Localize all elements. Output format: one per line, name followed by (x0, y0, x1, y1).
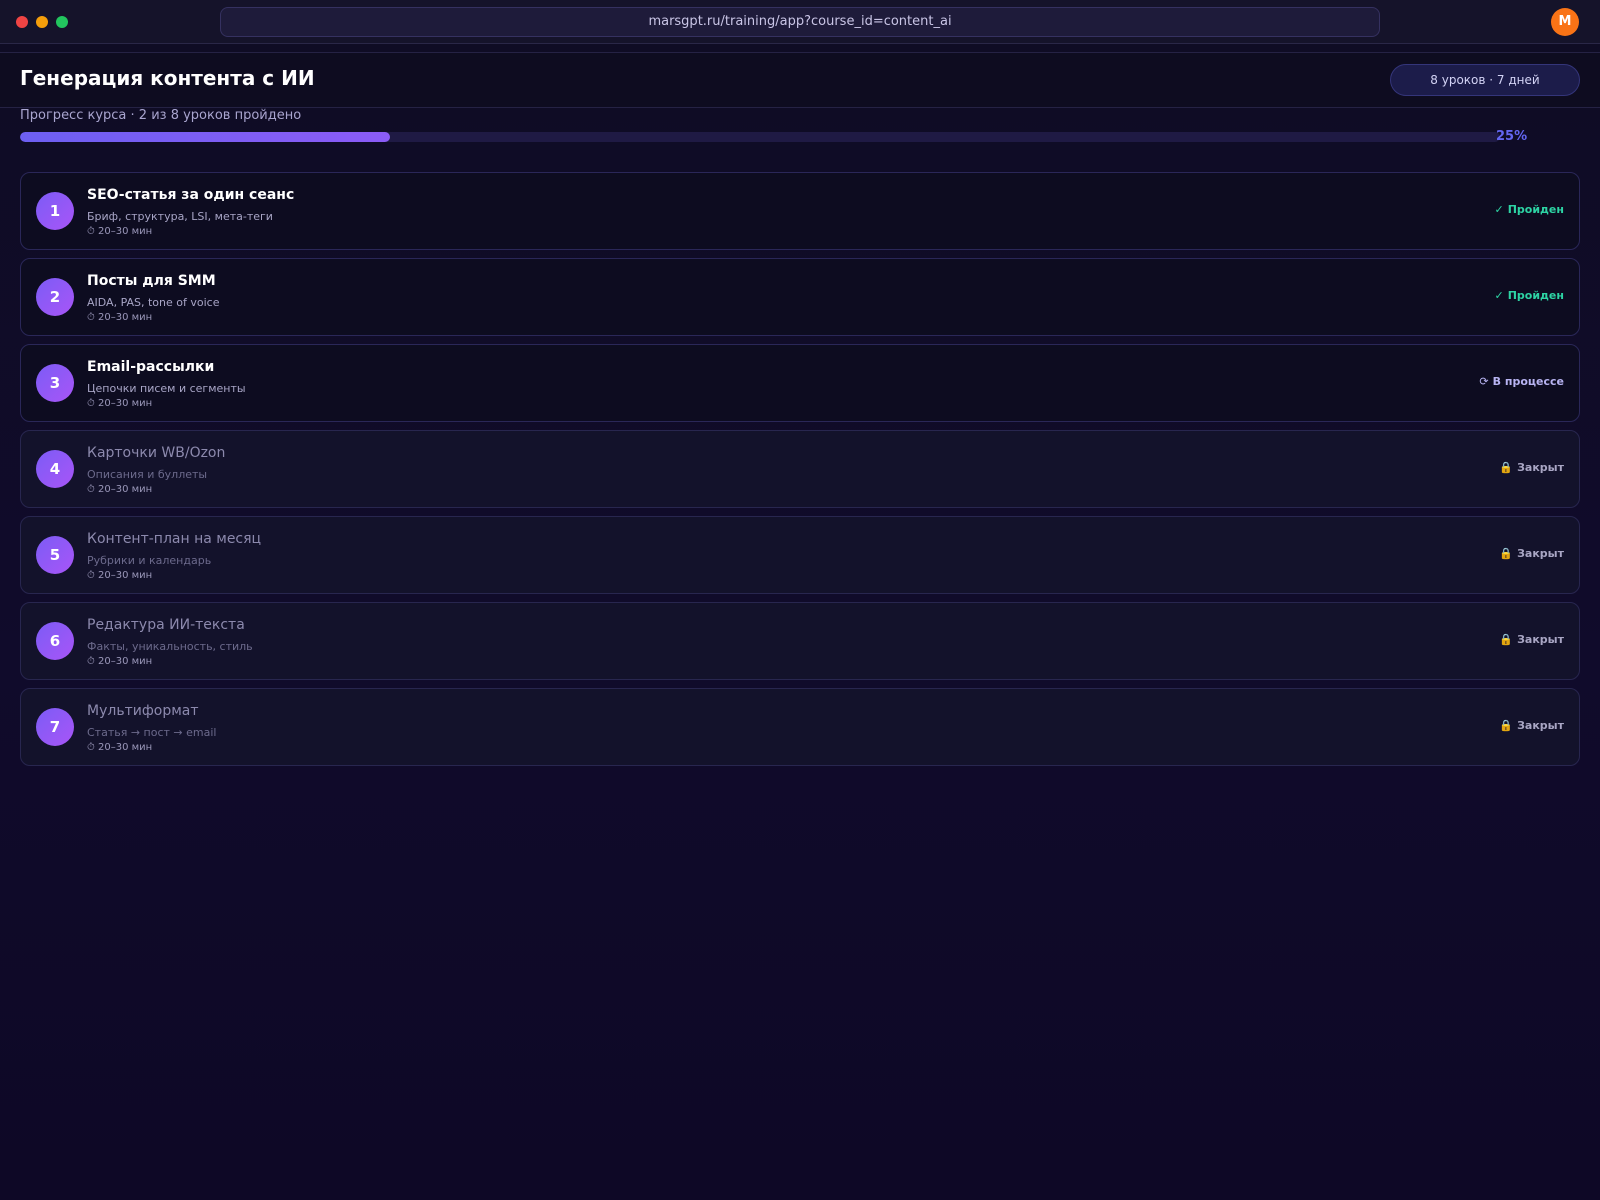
lesson-title: Email-рассылки (87, 359, 215, 375)
lesson-subtitle: Рубрики и календарь (87, 554, 212, 567)
close-window-icon[interactable] (16, 16, 28, 28)
lesson-status: ✓ Пройден (1494, 203, 1564, 216)
lesson-card-6: 6 Редактура ИИ-текста Факты, уникальност… (20, 602, 1580, 680)
check-icon: ✓ (1494, 289, 1504, 302)
lesson-subtitle: AIDA, PAS, tone of voice (87, 296, 220, 309)
progress-bar (20, 132, 1500, 142)
page-title: Генерация контента с ИИ (20, 66, 315, 90)
lesson-card-3[interactable]: 3 Email-рассылки Цепочки писем и сегмент… (20, 344, 1580, 422)
lesson-subtitle: Факты, уникальность, стиль (87, 640, 253, 653)
lesson-duration: ⏱ 20–30 мин (87, 656, 153, 667)
lesson-subtitle: Описания и буллеты (87, 468, 208, 481)
lesson-number-badge: 3 (36, 364, 74, 402)
lesson-status: ⟳ В процессе (1479, 375, 1564, 388)
lock-icon: 🔒 (1499, 547, 1514, 560)
lesson-card-7: 7 Мультиформат Статья → пост → email ⏱ 2… (20, 688, 1580, 766)
check-icon: ✓ (1494, 203, 1504, 216)
lesson-status-label: В процессе (1492, 375, 1564, 388)
lesson-status-label: Закрыт (1517, 547, 1564, 560)
lesson-duration: ⏱ 20–30 мин (87, 570, 153, 581)
lesson-card-1[interactable]: 1 SEO-статья за один сеанс Бриф, структу… (20, 172, 1580, 250)
lesson-duration: ⏱ 20–30 мин (87, 398, 153, 409)
minimize-window-icon[interactable] (36, 16, 48, 28)
lesson-title: Посты для SMM (87, 273, 216, 289)
lesson-title: Контент-план на месяц (87, 531, 262, 547)
browser-chrome: marsgpt.ru/training/app?course_id=conten… (0, 0, 1600, 44)
lesson-title: Карточки WB/Ozon (87, 445, 226, 461)
lesson-duration: ⏱ 20–30 мин (87, 742, 153, 753)
lesson-status-label: Пройден (1507, 203, 1564, 216)
maximize-window-icon[interactable] (56, 16, 68, 28)
lesson-status: 🔒 Закрыт (1499, 633, 1564, 646)
lesson-status: 🔒 Закрыт (1499, 461, 1564, 474)
course-meta-badge: 8 уроков · 7 дней (1390, 64, 1580, 96)
lesson-number-badge: 1 (36, 192, 74, 230)
lesson-list: 1 SEO-статья за один сеанс Бриф, структу… (20, 172, 1580, 774)
lesson-subtitle: Цепочки писем и сегменты (87, 382, 246, 395)
lesson-status-label: Закрыт (1517, 633, 1564, 646)
lesson-number-badge: 5 (36, 536, 74, 574)
refresh-icon: ⟳ (1479, 375, 1489, 388)
lesson-title: SEO-статья за один сеанс (87, 187, 295, 203)
lesson-status: 🔒 Закрыт (1499, 719, 1564, 732)
lesson-title: Редактура ИИ-текста (87, 617, 245, 633)
lock-icon: 🔒 (1499, 719, 1514, 732)
progress-percent: 25% (1496, 129, 1528, 144)
lesson-subtitle: Статья → пост → email (87, 726, 217, 739)
lesson-card-5: 5 Контент-план на месяц Рубрики и календ… (20, 516, 1580, 594)
lesson-status: ✓ Пройден (1494, 289, 1564, 302)
lesson-status-label: Закрыт (1517, 461, 1564, 474)
lesson-duration: ⏱ 20–30 мин (87, 312, 153, 323)
lesson-status: 🔒 Закрыт (1499, 547, 1564, 560)
lesson-duration: ⏱ 20–30 мин (87, 484, 153, 495)
lock-icon: 🔒 (1499, 633, 1514, 646)
lesson-status-label: Закрыт (1517, 719, 1564, 732)
lesson-number-badge: 7 (36, 708, 74, 746)
lock-icon: 🔒 (1499, 461, 1514, 474)
progress-bar-fill (20, 132, 390, 142)
lesson-subtitle: Бриф, структура, LSI, мета-теги (87, 210, 273, 223)
avatar[interactable]: M (1551, 8, 1579, 36)
lesson-title: Мультиформат (87, 703, 199, 719)
lesson-duration: ⏱ 20–30 мин (87, 226, 153, 237)
progress-label: Прогресс курса · 2 из 8 уроков пройдено (20, 108, 302, 123)
lesson-number-badge: 2 (36, 278, 74, 316)
address-bar[interactable]: marsgpt.ru/training/app?course_id=conten… (220, 7, 1380, 37)
lesson-status-label: Пройден (1507, 289, 1564, 302)
lesson-card-2[interactable]: 2 Посты для SMM AIDA, PAS, tone of voice… (20, 258, 1580, 336)
lesson-number-badge: 6 (36, 622, 74, 660)
lesson-number-badge: 4 (36, 450, 74, 488)
lesson-card-4: 4 Карточки WB/Ozon Описания и буллеты ⏱ … (20, 430, 1580, 508)
course-header: Генерация контента с ИИ 8 уроков · 7 дне… (0, 52, 1600, 108)
